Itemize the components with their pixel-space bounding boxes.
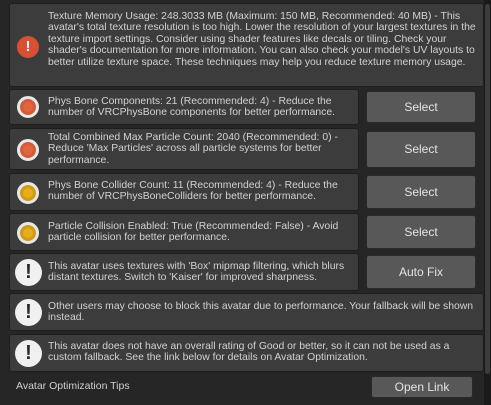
scrollbar-thumb[interactable]: [485, 4, 490, 374]
particle-collision-warning-box: Particle Collision Enabled: True (Recomm…: [9, 213, 359, 251]
phys-bone-collider-warning-box: Phys Bone Collider Count: 11 (Recommende…: [9, 173, 359, 211]
particle-count-message: Total Combined Max Particle Count: 2040 …: [48, 132, 338, 166]
select-particle-systems-button[interactable]: Select: [366, 131, 476, 168]
mipmap-filtering-message: This avatar uses textures with 'Box' mip…: [48, 261, 345, 284]
red-circle-icon: [17, 96, 39, 118]
auto-fix-mipmap-button[interactable]: Auto Fix: [366, 255, 476, 289]
avatar-performance-panel: Texture Memory Usage: 248.3033 MB (Maxim…: [0, 0, 484, 405]
info-exclamation-icon: [15, 259, 42, 286]
yellow-circle-icon: [17, 222, 39, 244]
phys-bone-collider-message: Phys Bone Collider Count: 11 (Recommende…: [48, 180, 338, 203]
select-particle-collision-button[interactable]: Select: [366, 215, 476, 249]
open-link-button[interactable]: Open Link: [371, 376, 473, 398]
yellow-circle-icon: [17, 182, 39, 204]
texture-memory-message: Texture Memory Usage: 248.3033 MB (Maxim…: [48, 11, 476, 68]
exclamation-circle-red-icon: [17, 36, 39, 58]
avatar-optimization-tips-label: Avatar Optimization Tips: [16, 380, 130, 392]
select-phys-bone-components-button[interactable]: Select: [366, 91, 476, 123]
info-exclamation-icon: [15, 299, 42, 326]
fallback-rating-info-box: This avatar does not have an overall rat…: [9, 334, 484, 372]
info-exclamation-icon: [15, 340, 42, 367]
fallback-rating-message: This avatar does not have an overall rat…: [48, 341, 450, 364]
vertical-scrollbar[interactable]: [484, 0, 491, 405]
phys-bone-components-message: Phys Bone Components: 21 (Recommended: 4…: [48, 96, 336, 119]
particle-count-warning-box: Total Combined Max Particle Count: 2040 …: [9, 128, 359, 170]
particle-collision-message: Particle Collision Enabled: True (Recomm…: [48, 221, 339, 244]
block-avatar-message: Other users may choose to block this ava…: [48, 301, 474, 324]
select-phys-bone-colliders-button[interactable]: Select: [366, 175, 476, 209]
block-avatar-info-box: Other users may choose to block this ava…: [9, 293, 484, 331]
texture-memory-warning-box: Texture Memory Usage: 248.3033 MB (Maxim…: [9, 3, 484, 87]
mipmap-filtering-info-box: This avatar uses textures with 'Box' mip…: [9, 253, 359, 291]
phys-bone-components-warning-box: Phys Bone Components: 21 (Recommended: 4…: [9, 89, 359, 125]
red-circle-icon: [17, 139, 39, 161]
